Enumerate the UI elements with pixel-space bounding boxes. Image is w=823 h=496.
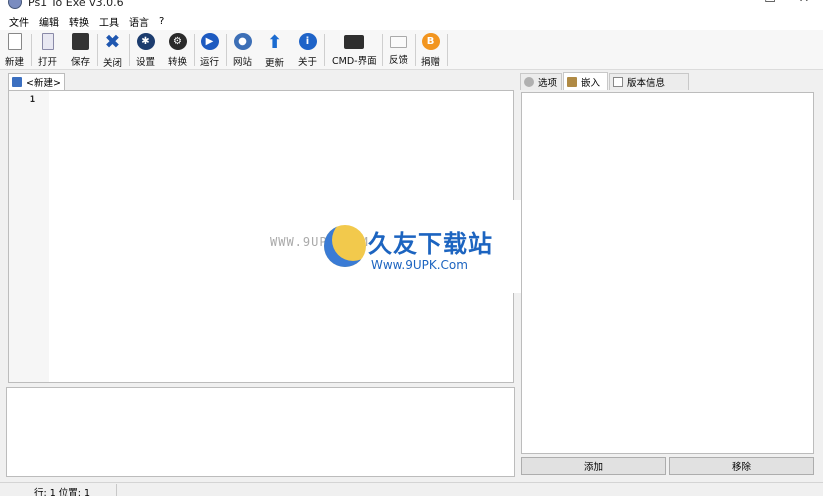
settings-label: 设置 bbox=[136, 57, 156, 68]
close-label: 关闭 bbox=[103, 58, 123, 69]
play-icon: ▶ bbox=[200, 33, 219, 50]
save-button[interactable]: 保存 bbox=[71, 32, 90, 68]
app-icon bbox=[8, 0, 22, 9]
status-divider bbox=[116, 484, 117, 496]
donate-label: 捐赠 bbox=[421, 57, 441, 68]
terminal-icon bbox=[344, 35, 365, 49]
close-window-button[interactable]: ✕ bbox=[784, 0, 823, 10]
update-button[interactable]: ⬆ 更新 bbox=[265, 31, 285, 70]
bitcoin-icon: B bbox=[421, 33, 440, 50]
cursor-position: 行: 1 位置: 1 bbox=[34, 488, 91, 496]
tab-options-label: 选项 bbox=[538, 78, 558, 89]
add-button[interactable]: 添加 bbox=[521, 457, 666, 475]
status-bar: 行: 1 位置: 1 bbox=[0, 482, 823, 496]
toolbar: 新建 打开 保存 ✖ 关闭 ✱ 设置 ⚙ 转换 ▶ 运行 ● 网站 ⬆ 更新 i… bbox=[0, 30, 823, 70]
tab-embed-label: 嵌入 bbox=[581, 77, 601, 89]
arrow-up-icon: ⬆ bbox=[266, 31, 283, 53]
menu-bar: 文件 编辑 转换 工具 语言 ? bbox=[0, 13, 823, 30]
save-label: 保存 bbox=[71, 57, 91, 68]
info-icon: i bbox=[298, 33, 317, 50]
cmd-button[interactable]: CMD-界面 bbox=[332, 32, 377, 68]
tab-version-info[interactable]: 版本信息 bbox=[609, 73, 689, 90]
tab-version-info-label: 版本信息 bbox=[627, 78, 666, 89]
menu-tools[interactable]: 工具 bbox=[94, 14, 124, 29]
settings-icon: ✱ bbox=[136, 33, 155, 50]
open-button[interactable]: 打开 bbox=[38, 32, 57, 68]
open-label: 打开 bbox=[38, 57, 58, 68]
open-file-icon bbox=[41, 33, 54, 50]
toolbar-divider bbox=[415, 34, 416, 66]
tab-label: <新建> bbox=[26, 78, 61, 89]
gear-icon bbox=[524, 77, 534, 87]
watermark: WWW.9UPK.COM 久友下载站 Www.9UPK.Com bbox=[270, 200, 521, 293]
close-file-button[interactable]: ✖ 关闭 bbox=[103, 31, 123, 69]
about-button[interactable]: i 关于 bbox=[298, 32, 317, 68]
convert-button[interactable]: ⚙ 转换 bbox=[168, 32, 187, 68]
toolbar-divider bbox=[31, 34, 32, 66]
package-icon bbox=[567, 76, 577, 87]
mail-icon bbox=[390, 36, 407, 48]
donate-button[interactable]: B 捐赠 bbox=[421, 32, 440, 68]
feedback-button[interactable]: 反馈 bbox=[389, 32, 408, 68]
website-label: 网站 bbox=[233, 57, 253, 68]
title-bar: Ps1 To Exe v3.0.6 — ☐ ✕ bbox=[0, 0, 823, 13]
watermark-title: 久友下载站 bbox=[368, 230, 493, 258]
new-file-icon bbox=[7, 33, 22, 50]
toolbar-divider bbox=[194, 34, 195, 66]
run-label: 运行 bbox=[200, 57, 220, 68]
toolbar-divider bbox=[97, 34, 98, 66]
script-file-icon bbox=[12, 77, 22, 87]
menu-help[interactable]: ? bbox=[154, 16, 169, 27]
toolbar-divider bbox=[382, 34, 383, 66]
gear-icon: ⚙ bbox=[168, 33, 187, 50]
tab-new-document[interactable]: <新建> bbox=[8, 73, 65, 90]
menu-convert[interactable]: 转换 bbox=[64, 14, 94, 29]
toolbar-divider bbox=[226, 34, 227, 66]
remove-button[interactable]: 移除 bbox=[669, 457, 814, 475]
toolbar-divider bbox=[447, 34, 448, 66]
menu-language[interactable]: 语言 bbox=[124, 14, 154, 29]
line-number: 1 bbox=[29, 95, 35, 105]
about-label: 关于 bbox=[298, 57, 318, 68]
embed-file-list[interactable] bbox=[521, 92, 814, 454]
line-number-gutter: 1 bbox=[9, 91, 49, 382]
menu-edit[interactable]: 编辑 bbox=[34, 14, 64, 29]
settings-button[interactable]: ✱ 设置 bbox=[136, 32, 155, 68]
watermark-logo-icon bbox=[324, 225, 366, 267]
cmd-label: CMD-界面 bbox=[332, 56, 377, 67]
save-icon bbox=[72, 33, 89, 50]
output-pane[interactable] bbox=[6, 387, 515, 477]
update-label: 更新 bbox=[265, 58, 285, 69]
globe-icon: ● bbox=[233, 33, 252, 50]
close-icon: ✖ bbox=[104, 31, 121, 53]
new-button[interactable]: 新建 bbox=[5, 32, 24, 68]
new-label: 新建 bbox=[5, 57, 25, 68]
menu-file[interactable]: 文件 bbox=[4, 14, 34, 29]
run-button[interactable]: ▶ 运行 bbox=[200, 32, 219, 68]
convert-label: 转换 bbox=[168, 57, 188, 68]
website-button[interactable]: ● 网站 bbox=[233, 32, 252, 68]
toolbar-divider bbox=[324, 34, 325, 66]
tab-embed[interactable]: 嵌入 bbox=[563, 72, 608, 90]
window-title: Ps1 To Exe v3.0.6 bbox=[28, 0, 124, 9]
toolbar-divider bbox=[129, 34, 130, 66]
tab-options[interactable]: 选项 bbox=[520, 73, 562, 90]
feedback-label: 反馈 bbox=[389, 55, 409, 66]
document-icon bbox=[613, 77, 623, 87]
watermark-url: Www.9UPK.Com bbox=[371, 258, 468, 272]
